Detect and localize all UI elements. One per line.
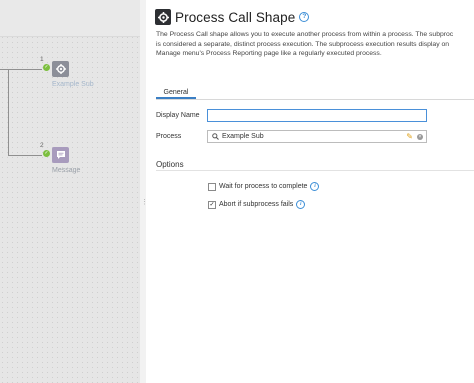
options-section-title: Options	[156, 160, 184, 169]
message-icon	[56, 151, 65, 159]
display-name-label: Display Name	[156, 112, 200, 119]
connector-line	[8, 155, 42, 156]
info-icon[interactable]: i	[310, 182, 320, 191]
search-icon	[212, 133, 219, 140]
description-line: is considered a separate, distinct proce…	[156, 40, 450, 48]
clear-icon[interactable]: ×	[417, 133, 423, 140]
info-icon[interactable]: i	[296, 200, 306, 209]
dialog-title: Process Call Shape	[175, 9, 296, 25]
shape-label: Example Sub	[52, 81, 94, 88]
description-line: Manage menu's Process Reporting page lik…	[156, 50, 382, 57]
option-abort-if-fails[interactable]: ✓ Abort if subprocess fails i	[208, 200, 306, 209]
process-call-shape[interactable]	[52, 61, 69, 77]
tab-bar: General	[156, 87, 474, 100]
pencil-icon[interactable]: ✎	[406, 132, 413, 141]
wait-checkbox[interactable]	[208, 182, 216, 191]
connector-line	[8, 69, 9, 155]
help-icon[interactable]: ?	[299, 12, 310, 22]
splitter-grip-icon[interactable]: ⋮	[141, 199, 148, 213]
status-check-icon: ✓	[43, 150, 50, 157]
tab-general[interactable]: General	[156, 87, 196, 99]
display-name-input[interactable]	[208, 110, 426, 121]
dialog-description: The Process Call shape allows you to exe…	[156, 30, 474, 59]
shape-label: Message	[52, 167, 81, 174]
process-selector[interactable]: Example Sub ✎ ×	[207, 130, 427, 143]
abort-checkbox[interactable]: ✓	[208, 200, 216, 209]
connector-line	[0, 69, 42, 70]
option-label: Wait for process to complete	[219, 183, 308, 190]
status-check-icon: ✓	[43, 64, 50, 71]
section-divider	[156, 170, 474, 171]
process-call-icon	[155, 9, 171, 25]
canvas-header-band	[0, 0, 140, 37]
option-wait-for-completion[interactable]: Wait for process to complete i	[208, 182, 320, 191]
step-number: 1	[40, 56, 44, 63]
process-value: Example Sub	[222, 133, 264, 140]
option-label: Abort if subprocess fails	[219, 201, 294, 208]
process-call-icon	[55, 64, 66, 74]
message-shape[interactable]	[52, 147, 69, 163]
display-name-field-wrapper	[207, 109, 427, 122]
process-label: Process	[156, 133, 182, 140]
description-line: The Process Call shape allows you to exe…	[156, 31, 454, 38]
step-number: 2	[40, 142, 44, 149]
process-canvas[interactable]: 1 ✓ Example Sub 2 ✓ Message	[0, 0, 141, 383]
dialog-header: Process Call Shape ?	[155, 8, 310, 26]
shape-properties-panel: Process Call Shape ? The Process Call sh…	[146, 0, 474, 383]
